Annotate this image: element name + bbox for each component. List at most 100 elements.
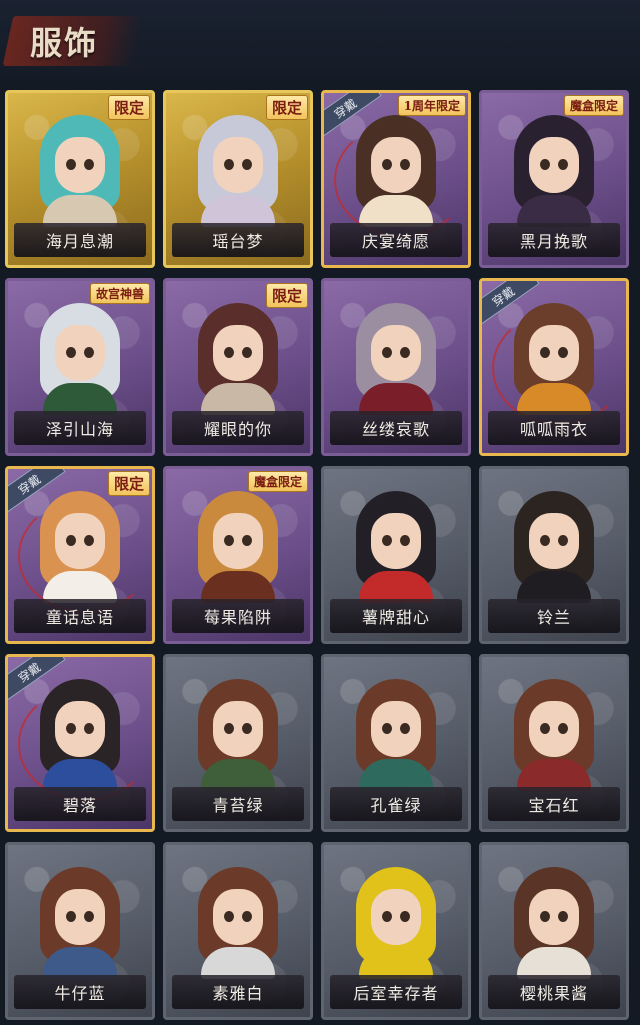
costume-card[interactable]: 限定 瑶台梦 [163,90,313,268]
costume-name: 童话息语 [45,608,114,627]
costume-name-bar: 瑶台梦 [172,223,304,257]
portrait-eye [224,159,234,170]
costume-name: 素雅白 [212,984,264,1003]
costume-card[interactable]: 故宫神兽泽引山海 [5,278,155,456]
limited-tag: 魔盒限定 [563,95,624,116]
character-portrait [349,303,443,415]
portrait-face [371,701,421,757]
costume-card[interactable]: 素雅白 [163,842,313,1020]
portrait-eye [382,347,392,358]
costume-card[interactable]: 限定 海月息潮 [5,90,155,268]
portrait-eye [540,911,550,922]
character-portrait [191,491,285,603]
costume-name: 牛仔蓝 [54,984,106,1003]
character-portrait [33,867,127,979]
costume-name: 青苔绿 [212,796,264,815]
character-portrait [507,679,601,791]
portrait-face [213,325,263,381]
portrait-eye [84,159,94,170]
costume-card[interactable]: 孔雀绿 [321,654,471,832]
portrait-eye [242,347,252,358]
costume-name: 庆宴绮愿 [361,232,430,251]
portrait-face [55,889,105,945]
portrait-eye [382,911,392,922]
costume-name: 黑月挽歌 [519,232,588,251]
portrait-face [529,137,579,193]
portrait-eye [558,535,568,546]
costume-name-bar: 泽引山海 [14,411,146,445]
portrait-face [213,137,263,193]
portrait-face [213,889,263,945]
costume-name: 孔雀绿 [370,796,422,815]
costume-name-bar: 后室幸存者 [330,975,462,1009]
portrait-eye [242,535,252,546]
costume-card[interactable]: 薯牌甜心 [321,466,471,644]
costume-card[interactable]: 宝石红 [479,654,629,832]
costume-card[interactable]: 铃兰 [479,466,629,644]
portrait-face [55,137,105,193]
costume-name: 碧落 [62,796,97,815]
costume-card[interactable]: 青苔绿 [163,654,313,832]
portrait-eye [558,723,568,734]
costume-name-bar: 耀眼的你 [172,411,304,445]
portrait-eye [66,159,76,170]
portrait-eye [558,911,568,922]
costume-card[interactable]: 穿戴 限定 童话息语 [5,466,155,644]
character-portrait [191,867,285,979]
costume-name: 后室幸存者 [353,984,439,1003]
costume-name-bar: 樱桃果酱 [488,975,620,1009]
costume-card[interactable]: 穿戴 呱呱雨衣 [479,278,629,456]
costume-name-bar: 薯牌甜心 [330,599,462,633]
portrait-eye [224,911,234,922]
costume-name-bar: 呱呱雨衣 [488,411,620,445]
portrait-eye [224,347,234,358]
costume-name: 海月息潮 [45,232,114,251]
portrait-face [55,325,105,381]
equipped-ring [334,123,468,237]
costume-card[interactable]: 牛仔蓝 [5,842,155,1020]
portrait-face [529,889,579,945]
portrait-eye [66,347,76,358]
portrait-face [529,701,579,757]
costume-card[interactable]: 魔盒限定黑月挽歌 [479,90,629,268]
character-portrait [33,303,127,415]
character-portrait [507,491,601,603]
portrait-eye [540,723,550,734]
costume-name: 呱呱雨衣 [519,420,588,439]
costume-card[interactable]: 穿戴 碧落 [5,654,155,832]
portrait-eye [224,535,234,546]
costume-name: 瑶台梦 [212,232,264,251]
character-portrait [507,867,601,979]
costume-name: 樱桃果酱 [519,984,588,1003]
costume-name-bar: 牛仔蓝 [14,975,146,1009]
portrait-face [371,513,421,569]
page-title: 服饰 [30,24,99,62]
costume-name-bar: 黑月挽歌 [488,223,620,257]
portrait-eye [84,347,94,358]
costume-card[interactable]: 后室幸存者 [321,842,471,1020]
character-portrait [191,303,285,415]
costume-name-bar: 碧落 [14,787,146,821]
portrait-face [213,513,263,569]
equipped-ring [492,311,626,425]
costume-name-bar: 童话息语 [14,599,146,633]
limited-tag: 故宫神兽 [89,283,150,304]
costume-name: 铃兰 [536,608,571,627]
portrait-face [371,325,421,381]
character-portrait [507,115,601,227]
costume-card[interactable]: 穿戴 1周年限定 庆宴绮愿 [321,90,471,268]
limited-tag: 限定 [107,471,150,496]
costume-card[interactable]: 魔盒限定 莓果陷阱 [163,466,313,644]
character-portrait [349,867,443,979]
costume-name: 宝石红 [528,796,580,815]
costume-name-bar: 莓果陷阱 [172,599,304,633]
equipped-ring [18,687,152,801]
costume-card[interactable]: 限定 耀眼的你 [163,278,313,456]
costume-card[interactable]: 丝缕哀歌 [321,278,471,456]
portrait-eye [558,159,568,170]
portrait-eye [382,723,392,734]
costume-name-bar: 海月息潮 [14,223,146,257]
costume-card[interactable]: 樱桃果酱 [479,842,629,1020]
costume-name: 耀眼的你 [203,420,272,439]
portrait-eye [540,159,550,170]
